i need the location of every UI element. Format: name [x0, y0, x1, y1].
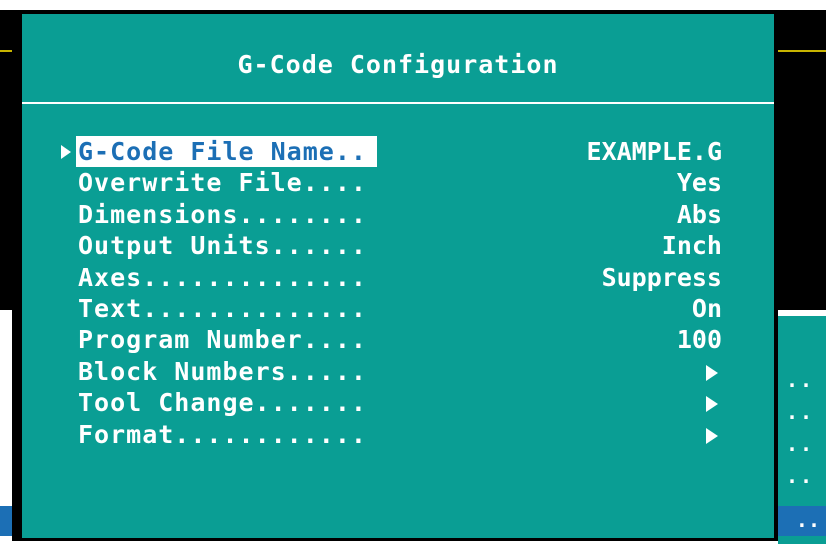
menu-item-value: Suppress: [601, 262, 722, 292]
menu-item-label: Overwrite File....: [78, 168, 367, 198]
menu-item-value: Inch: [661, 231, 722, 261]
menu-item-program-number[interactable]: Program Number.... 100: [22, 324, 774, 355]
background-ellipsis: ..: [786, 464, 815, 488]
dialog-title: G-Code Configuration: [237, 50, 559, 79]
menu-item-label: G-Code File Name..: [76, 136, 377, 167]
submenu-arrow-icon: [706, 387, 722, 418]
background-ellipsis: ..: [795, 508, 820, 532]
background-ellipsis: ..: [786, 368, 815, 392]
menu-item-label: Axes..............: [78, 262, 367, 292]
submenu-arrow-icon: [706, 356, 722, 387]
title-divider: [22, 102, 774, 104]
menu-item-tool-change[interactable]: Tool Change.......: [22, 387, 774, 418]
menu-item-label: Text..............: [78, 293, 367, 323]
menu-item-label: Format............: [78, 419, 367, 449]
menu-item-block-numbers[interactable]: Block Numbers.....: [22, 356, 774, 387]
background-ellipsis: ..: [786, 400, 815, 424]
menu-item-label: Program Number....: [78, 325, 367, 355]
menu-item-gcode-file-name[interactable]: G-Code File Name.. EXAMPLE.G: [22, 136, 774, 167]
menu-item-axes[interactable]: Axes.............. Suppress: [22, 262, 774, 293]
submenu-arrow-icon: [706, 419, 722, 450]
menu-item-label: Dimensions........: [78, 199, 367, 229]
menu-item-value: Abs: [676, 199, 722, 229]
menu-item-format[interactable]: Format............: [22, 419, 774, 450]
menu-item-overwrite-file[interactable]: Overwrite File.... Yes: [22, 167, 774, 198]
selection-cursor-icon: [60, 136, 76, 167]
gcode-configuration-dialog: G-Code Configuration G-Code File Name.. …: [12, 14, 778, 541]
menu-item-value: Yes: [676, 168, 722, 198]
menu-item-label: Tool Change.......: [78, 388, 367, 418]
menu-item-dimensions[interactable]: Dimensions........ Abs: [22, 199, 774, 230]
menu-item-output-units[interactable]: Output Units...... Inch: [22, 230, 774, 261]
menu-item-value: 100: [676, 325, 722, 355]
screen: .. .. .. .. .. G-Code Configuration G-Co…: [0, 0, 826, 544]
menu-item-value: EXAMPLE.G: [586, 137, 722, 166]
menu-item-text[interactable]: Text.............. On: [22, 293, 774, 324]
menu-item-label: Block Numbers.....: [78, 356, 367, 386]
config-menu: G-Code File Name.. EXAMPLE.G Overwrite F…: [22, 136, 774, 450]
background-ellipsis: ..: [786, 432, 815, 456]
menu-item-label: Output Units......: [78, 231, 367, 261]
menu-item-value: On: [691, 293, 722, 323]
